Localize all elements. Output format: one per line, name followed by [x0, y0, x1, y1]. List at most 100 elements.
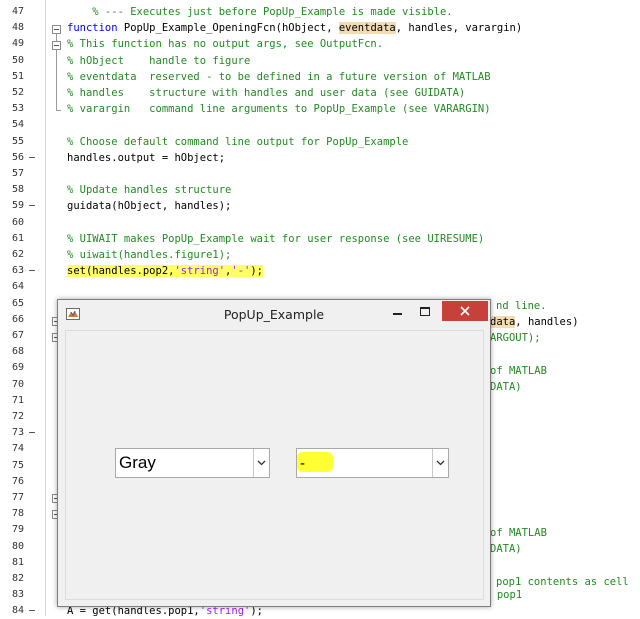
line-number[interactable]: 63 [0, 263, 24, 279]
code-line[interactable]: 48 function PopUp_Example_OpeningFcn(hObj… [0, 20, 640, 36]
chevron-down-icon [257, 460, 266, 466]
line-number[interactable]: 70 [0, 377, 24, 393]
line-number[interactable]: 82 [0, 571, 24, 587]
second-popup-value: - [300, 455, 305, 472]
line-number[interactable]: 83 [0, 587, 24, 603]
line-code: % hObject handle to figure [67, 54, 251, 67]
window-titlebar[interactable]: PopUp_Example [58, 300, 490, 330]
second-popup-menu[interactable]: - [296, 448, 449, 478]
close-button[interactable] [442, 301, 488, 321]
line-code: % handles structure with handles and use… [67, 87, 466, 99]
line-number[interactable]: 76 [0, 474, 24, 490]
fold-end [56, 110, 61, 111]
window-client-area: Gray - [65, 330, 484, 600]
line-number[interactable]: 62 [0, 247, 24, 263]
breakpoint-marker[interactable] [29, 270, 35, 272]
line-number[interactable]: 61 [0, 231, 24, 247]
line-number[interactable]: 66 [0, 312, 24, 328]
line-code: guidata(hObject, handles); [67, 200, 232, 213]
line-code: % varargin command line arguments to Pop… [67, 103, 491, 116]
line-code: % --- Executes just before PopUp_Example… [67, 6, 453, 18]
line-number[interactable]: 81 [0, 555, 24, 571]
code-line[interactable]: 52 % handles structure with handles and u… [0, 85, 640, 101]
maximize-button[interactable] [412, 302, 438, 322]
line-number[interactable]: 57 [0, 166, 24, 182]
color-popup-value: Gray [119, 453, 156, 472]
code-fragment-67: ARGOUT); [490, 332, 541, 344]
popup-example-window[interactable]: PopUp_Example Gray - [57, 299, 491, 607]
code-line[interactable]: 55 % Choose default command line output f… [0, 134, 640, 150]
dropdown-arrow-button[interactable] [432, 449, 448, 477]
code-fragment-79: of MATLAB [490, 527, 547, 539]
line-number[interactable]: 69 [0, 360, 24, 376]
line-code: % UIWAIT makes PopUp_Example wait for us… [67, 232, 485, 245]
code-line[interactable]: 61 % UIWAIT makes PopUp_Example wait for … [0, 231, 640, 247]
breakpoint-marker[interactable] [29, 205, 35, 207]
code-line[interactable]: 54 [0, 117, 640, 133]
line-number[interactable]: 84 [0, 603, 24, 619]
code-line[interactable]: 51 % eventdata reserved - to be defined i… [0, 69, 640, 85]
line-number[interactable]: 58 [0, 182, 24, 198]
line-number[interactable]: 53 [0, 101, 24, 117]
line-number[interactable]: 78 [0, 506, 24, 522]
code-fragment-82: pop1 contents as cell [496, 576, 629, 588]
line-number[interactable]: 52 [0, 85, 24, 101]
line-number[interactable]: 79 [0, 522, 24, 538]
line-number[interactable]: 67 [0, 328, 24, 344]
line-number[interactable]: 59 [0, 198, 24, 214]
breakpoint-marker[interactable] [29, 156, 35, 158]
line-number[interactable]: 77 [0, 490, 24, 506]
line-number[interactable]: 54 [0, 117, 24, 133]
code-fragment-80: DATA) [490, 543, 522, 555]
code-line[interactable]: 64 [0, 279, 640, 295]
line-number[interactable]: 74 [0, 441, 24, 457]
line-code: % This function has no output args, see … [67, 38, 384, 51]
line-number[interactable]: 75 [0, 458, 24, 474]
code-line[interactable]: 53 % varargin command line arguments to P… [0, 101, 640, 117]
code-line[interactable]: 57 [0, 166, 640, 182]
line-number[interactable]: 50 [0, 53, 24, 69]
close-icon [460, 306, 470, 316]
code-line[interactable]: 63 set(handles.pop2,'string','-'); [0, 263, 640, 279]
breakpoint-marker[interactable] [29, 432, 35, 434]
line-number[interactable]: 60 [0, 215, 24, 231]
line-code: % Update handles structure [67, 184, 232, 197]
code-line[interactable]: 47 % --- Executes just before PopUp_Exam… [0, 4, 640, 20]
line-number[interactable]: 49 [0, 36, 24, 52]
line-code: % uiwait(handles.figure1); [67, 249, 232, 261]
dropdown-arrow-button[interactable] [253, 449, 269, 477]
line-number[interactable]: 68 [0, 344, 24, 360]
code-line[interactable]: 49 % This function has no output args, se… [0, 36, 640, 52]
code-line[interactable]: 58 % Update handles structure [0, 182, 640, 198]
chevron-down-icon [436, 460, 445, 466]
fold-toggle-function[interactable] [52, 25, 61, 34]
line-number[interactable]: 56 [0, 150, 24, 166]
line-code: function PopUp_Example_OpeningFcn(hObjec… [67, 22, 523, 35]
line-number[interactable]: 55 [0, 134, 24, 150]
line-number[interactable]: 72 [0, 409, 24, 425]
fold-toggle-comment[interactable] [52, 41, 61, 50]
code-line[interactable]: 62 % uiwait(handles.figure1); [0, 247, 640, 263]
line-code: set(handles.pop2,'string','-'); [67, 265, 263, 278]
line-number[interactable]: 71 [0, 393, 24, 409]
code-line[interactable]: 60 [0, 215, 640, 231]
code-fragment-70: DATA) [490, 381, 522, 393]
line-number[interactable]: 47 [0, 4, 24, 20]
line-number[interactable]: 48 [0, 20, 24, 36]
line-number[interactable]: 73 [0, 425, 24, 441]
code-line[interactable]: 56 handles.output = hObject; [0, 150, 640, 166]
line-number[interactable]: 65 [0, 296, 24, 312]
code-line[interactable]: 59 guidata(hObject, handles); [0, 198, 640, 214]
line-number[interactable]: 51 [0, 69, 24, 85]
code-fragment-69: of MATLAB [490, 365, 547, 377]
breakpoint-marker[interactable] [29, 610, 35, 612]
line-code: handles.output = hObject; [67, 151, 226, 164]
line-number[interactable]: 80 [0, 539, 24, 555]
color-popup-menu[interactable]: Gray [115, 448, 270, 478]
line-code: % Choose default command line output for… [67, 135, 409, 148]
minimize-button[interactable] [384, 302, 410, 322]
line-number[interactable]: 64 [0, 279, 24, 295]
code-fragment-66: data, handles) [490, 316, 579, 328]
code-line[interactable]: 50 % hObject handle to figure [0, 53, 640, 69]
code-fragment-65: nd line. [496, 300, 547, 312]
